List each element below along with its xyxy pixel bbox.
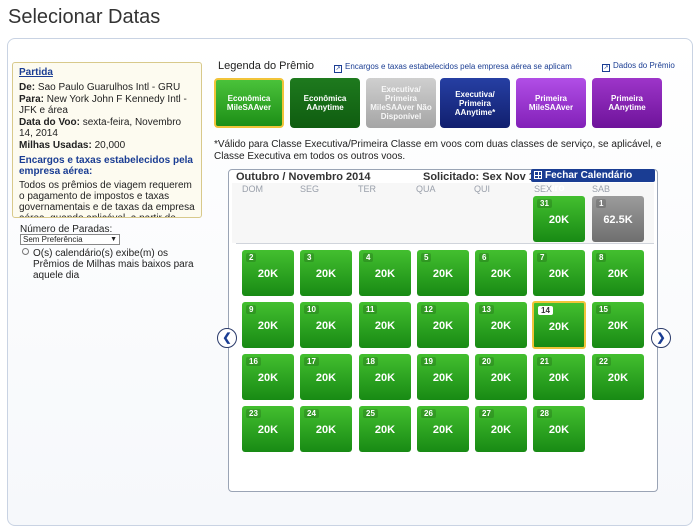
page-title: Selecionar Datas [8,6,161,28]
legend-business-aanytime[interactable]: Executiva/ Primeira AAnytime* [440,78,510,128]
legend-business-milesaaver: Executiva/ Primeira MileSAAver Não Dispo… [366,78,436,128]
day-cell[interactable]: 13 20K [475,302,527,348]
legend-economy-milesaaver[interactable]: Econômica MileSAAver [214,78,284,128]
day-cell[interactable]: 3 20K [300,250,352,296]
day-cell[interactable]: 6 20K [475,250,527,296]
day-cell[interactable]: 8 20K [592,250,644,296]
requested-date: Solicitado: Sex Nov 14 [423,171,541,183]
dow-wed: QUA [416,184,436,194]
stops-select[interactable]: Sem Preferência ▼ [20,234,120,245]
next-week-button[interactable]: ❯ [651,328,671,348]
chevron-right-icon: ❯ [656,332,666,344]
day-cell[interactable]: 18 20K [359,354,411,400]
departure-heading[interactable]: Partida [19,67,195,78]
dow-mon: SEG [300,184,320,194]
day-cell[interactable]: 4 20K [359,250,411,296]
calendar-prior-week [232,183,654,243]
prev-week-button[interactable]: ❮ [217,328,237,348]
date-row: Data do Voo: sexta-feira, Novembro 14, 2… [19,117,182,139]
day-cell[interactable]: 15 20K [592,302,644,348]
dow-sat: SAB [592,184,611,194]
legend-title: Legenda do Prêmio [218,60,315,72]
day-cell[interactable]: 20 20K [475,354,527,400]
day-cell[interactable]: 16 20K [242,354,294,400]
day-cell[interactable]: 24 20K [300,406,352,452]
dow-fri: SEX [534,184,553,194]
legend-note: *Válido para Classe Executiva/Primeira C… [214,139,662,162]
fees-text: Todos os prêmios de viagem requerem o pa… [19,180,195,217]
day-cell[interactable]: 10 20K [300,302,352,348]
lowest-miles-option[interactable]: O(s) calendário(s) exibe(m) os Prêmios d… [22,248,202,281]
day-cell[interactable]: 7 20K [533,250,585,296]
day-cell[interactable]: 26 20K [417,406,469,452]
fees-link[interactable]: ↗ Encargos e taxas estabelecidos pela emp… [334,62,572,73]
dropdown-arrow-icon: ▼ [110,236,117,243]
to-row: Para: New York John F Kennedy Intl - JFK… [19,94,187,116]
calendar-month-label: Outubro / Novembro 2014 [236,171,371,183]
day-cell[interactable]: 22 20K [592,354,644,400]
day-cell[interactable]: 25 20K [359,406,411,452]
day-cell[interactable]: 31 20K [533,196,585,242]
day-cell[interactable]: 21 20K [533,354,585,400]
day-cell[interactable]: 11 20K [359,302,411,348]
dow-thu: QUI [474,184,491,194]
dow-tue: TER [358,184,376,194]
day-cell[interactable]: 5 20K [417,250,469,296]
day-cell[interactable]: 1 62.5K [592,196,644,242]
day-cell[interactable]: 2 20K [242,250,294,296]
day-cell[interactable]: 19 20K [417,354,469,400]
legend-first-aanytime[interactable]: Primeira AAnytime [592,78,662,128]
close-calendar-button[interactable]: Fechar Calendário Inteiro [531,169,655,194]
fees-heading: Encargos e taxas estabelecidos pela empr… [19,155,193,177]
day-cell[interactable]: 17 20K [300,354,352,400]
day-cell[interactable]: 9 20K [242,302,294,348]
day-cell[interactable]: 23 20K [242,406,294,452]
chevron-left-icon: ❮ [222,332,232,344]
day-cell-selected[interactable]: 14 20K [532,301,586,349]
departure-info-box: Partida De: Sao Paulo Guarulhos Intl - G… [12,62,202,218]
day-cell[interactable]: 12 20K [417,302,469,348]
calendar-grid-icon [534,171,542,179]
popup-link-icon: ↗ [602,64,610,72]
day-cell[interactable]: 28 20K [533,406,585,452]
radio-button[interactable] [22,248,29,255]
popup-link-icon: ↗ [334,65,342,73]
legend-economy-aanytime[interactable]: Econômica AAnytime [290,78,360,128]
miles-row: Milhas Usadas: 20,000 [19,140,126,151]
award-data-link[interactable]: ↗ Dados do Prêmio [602,61,675,72]
dow-sun: DOM [242,184,263,194]
day-cell[interactable]: 27 20K [475,406,527,452]
calendar-divider [236,243,654,244]
legend-first-milesaaver[interactable]: Primeira MileSAAver [516,78,586,128]
from-row: De: Sao Paulo Guarulhos Intl - GRU [19,82,181,93]
